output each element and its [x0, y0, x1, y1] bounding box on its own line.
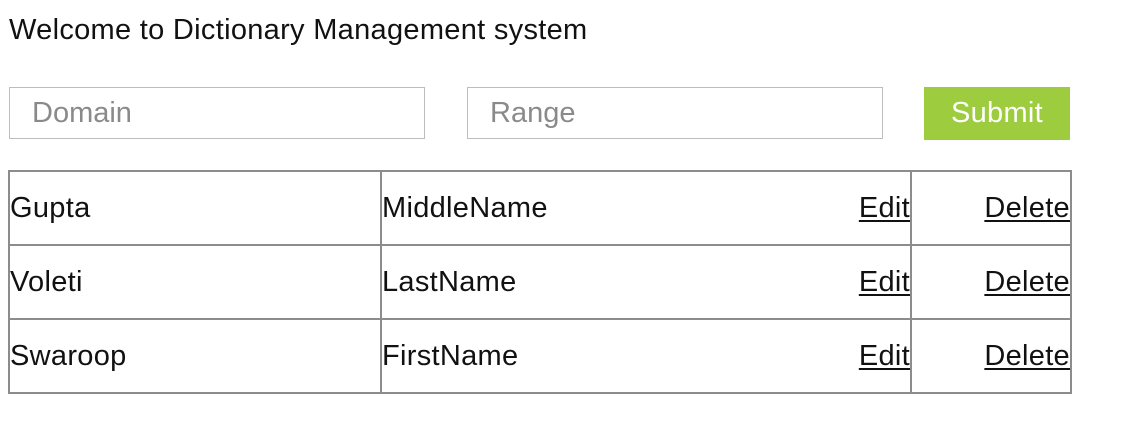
table-row: Voleti LastName Edit Delete: [8, 244, 1072, 320]
domain-input[interactable]: [9, 87, 425, 139]
delete-cell: Delete: [910, 318, 1072, 394]
edit-link[interactable]: Edit: [859, 340, 910, 373]
domain-cell: Voleti: [8, 244, 382, 320]
delete-link[interactable]: Delete: [984, 192, 1070, 224]
range-cell: MiddleName Edit: [380, 170, 912, 246]
range-cell: LastName Edit: [380, 244, 912, 320]
edit-link[interactable]: Edit: [859, 192, 910, 225]
range-input[interactable]: [467, 87, 883, 139]
delete-cell: Delete: [910, 244, 1072, 320]
table-row: Swaroop FirstName Edit Delete: [8, 318, 1072, 394]
domain-cell: Swaroop: [8, 318, 382, 394]
dictionary-table: Gupta MiddleName Edit Delete Voleti Last…: [8, 170, 1072, 394]
range-value: FirstName: [382, 339, 519, 372]
table-row: Gupta MiddleName Edit Delete: [8, 170, 1072, 246]
delete-cell: Delete: [910, 170, 1072, 246]
range-value: MiddleName: [382, 191, 548, 224]
range-cell: FirstName Edit: [380, 318, 912, 394]
range-value: LastName: [382, 265, 517, 298]
delete-link[interactable]: Delete: [984, 340, 1070, 372]
submit-button[interactable]: Submit: [924, 87, 1070, 140]
domain-cell: Gupta: [8, 170, 382, 246]
edit-link[interactable]: Edit: [859, 266, 910, 299]
page-title: Welcome to Dictionary Management system: [9, 14, 588, 46]
delete-link[interactable]: Delete: [984, 266, 1070, 298]
